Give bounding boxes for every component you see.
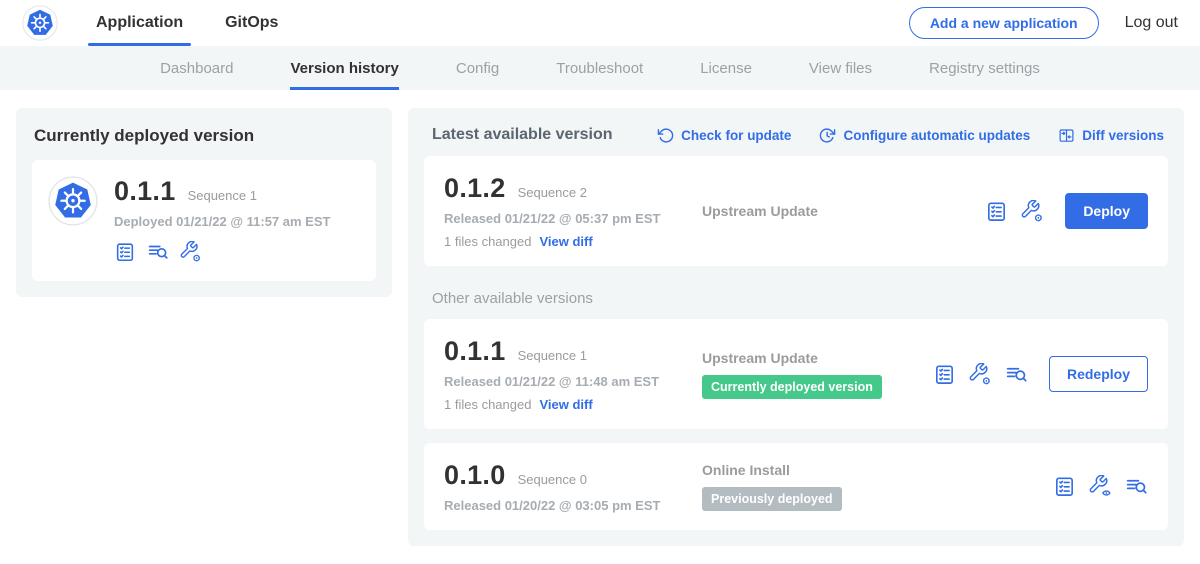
deployed-date: Deployed 01/21/22 @ 11:57 am EST	[114, 214, 330, 229]
main-content: Currently deployed version 0.1.1 Sequenc…	[0, 90, 1200, 546]
refresh-icon	[657, 127, 674, 144]
configure-automatic-updates-label: Configure automatic updates	[843, 128, 1030, 143]
check-for-update-button[interactable]: Check for update	[657, 127, 791, 144]
version-number: 0.1.0	[444, 460, 506, 491]
sequence-label: Sequence 2	[518, 185, 587, 200]
version-card-actions	[1053, 475, 1148, 498]
files-changed-label: 1 files changed	[444, 397, 531, 412]
deployed-actions	[114, 241, 330, 263]
source-label: Online Install	[702, 462, 1053, 478]
release-notes-icon[interactable]	[1053, 475, 1076, 498]
subnav-tab-license[interactable]: License	[700, 46, 752, 90]
sequence-label: Sequence 0	[518, 472, 587, 487]
version-history-panel: Latest available version Check for updat…	[408, 108, 1184, 546]
schedule-refresh-icon	[819, 127, 836, 144]
deployed-version-number: 0.1.1	[114, 176, 176, 207]
currently-deployed-panel: Currently deployed version 0.1.1 Sequenc…	[16, 108, 392, 297]
version-actions: Check for update Configure automatic upd…	[657, 127, 1164, 144]
topnav-right: Add a new application Log out	[909, 7, 1178, 39]
version-source: Upstream Update Currently deployed versi…	[702, 350, 933, 399]
latest-available-title: Latest available version	[432, 126, 613, 144]
tab-gitops[interactable]: GitOps	[219, 0, 284, 46]
preflight-settings-icon[interactable]	[1021, 200, 1044, 223]
top-navbar: Application GitOps Add a new application…	[0, 0, 1200, 46]
subnav-tab-registry-settings[interactable]: Registry settings	[929, 46, 1040, 90]
deployed-version-card: 0.1.1 Sequence 1 Deployed 01/21/22 @ 11:…	[32, 160, 376, 281]
diff-versions-button[interactable]: Diff versions	[1058, 127, 1164, 144]
logout-button[interactable]: Log out	[1125, 14, 1178, 32]
check-for-update-label: Check for update	[681, 128, 791, 143]
files-changed-label: 1 files changed	[444, 234, 531, 249]
kubernetes-logo-icon	[22, 5, 58, 41]
view-logs-icon[interactable]	[147, 241, 169, 263]
configure-automatic-updates-button[interactable]: Configure automatic updates	[819, 127, 1030, 144]
view-logs-icon[interactable]	[1125, 475, 1148, 498]
subnav-tab-config[interactable]: Config	[456, 46, 499, 90]
deploy-button[interactable]: Deploy	[1065, 193, 1148, 229]
version-source: Online Install Previously deployed	[702, 462, 1053, 511]
app-subnav: Dashboard Version history Config Trouble…	[0, 46, 1200, 90]
subnav-tab-dashboard[interactable]: Dashboard	[160, 46, 233, 90]
version-number: 0.1.1	[444, 336, 506, 367]
redeploy-button[interactable]: Redeploy	[1049, 356, 1148, 392]
source-label: Upstream Update	[702, 350, 933, 366]
previously-deployed-badge: Previously deployed	[702, 487, 842, 511]
other-versions-title: Other available versions	[432, 290, 1160, 307]
deployed-version-info: 0.1.1 Sequence 1 Deployed 01/21/22 @ 11:…	[114, 176, 330, 263]
released-date: Released 01/21/22 @ 05:37 pm EST	[444, 211, 702, 226]
version-card-0-1-1: 0.1.1 Sequence 1 Released 01/21/22 @ 11:…	[424, 319, 1168, 429]
preflight-settings-icon[interactable]	[180, 241, 202, 263]
view-diff-link[interactable]: View diff	[539, 234, 592, 249]
view-logs-icon[interactable]	[1005, 363, 1028, 386]
deployed-sequence-label: Sequence 1	[188, 188, 257, 203]
release-notes-icon[interactable]	[114, 241, 136, 263]
app-kubernetes-icon	[48, 176, 98, 226]
version-card-actions: Redeploy	[933, 356, 1148, 392]
preflight-view-icon[interactable]	[1089, 475, 1112, 498]
released-date: Released 01/21/22 @ 11:48 am EST	[444, 374, 702, 389]
version-card-actions: Deploy	[985, 193, 1148, 229]
version-source: Upstream Update	[702, 203, 985, 219]
deployed-panel-title: Currently deployed version	[34, 126, 374, 146]
version-number: 0.1.2	[444, 173, 506, 204]
tab-application[interactable]: Application	[90, 0, 189, 46]
release-notes-icon[interactable]	[933, 363, 956, 386]
subnav-tab-troubleshoot[interactable]: Troubleshoot	[556, 46, 643, 90]
release-notes-icon[interactable]	[985, 200, 1008, 223]
subnav-tab-view-files[interactable]: View files	[809, 46, 872, 90]
diff-icon	[1058, 127, 1075, 144]
currently-deployed-badge: Currently deployed version	[702, 375, 882, 399]
preflight-settings-icon[interactable]	[969, 363, 992, 386]
version-info: 0.1.0 Sequence 0 Released 01/20/22 @ 03:…	[444, 460, 702, 513]
add-application-button[interactable]: Add a new application	[909, 7, 1099, 39]
version-info: 0.1.2 Sequence 2 Released 01/21/22 @ 05:…	[444, 173, 702, 249]
version-info: 0.1.1 Sequence 1 Released 01/21/22 @ 11:…	[444, 336, 702, 412]
available-versions-header: Latest available version Check for updat…	[424, 120, 1168, 156]
subnav-tab-version-history[interactable]: Version history	[290, 46, 398, 90]
app-type-tabs: Application GitOps	[90, 0, 314, 46]
source-label: Upstream Update	[702, 203, 985, 219]
sequence-label: Sequence 1	[518, 348, 587, 363]
diff-versions-label: Diff versions	[1082, 128, 1164, 143]
version-card-0-1-0: 0.1.0 Sequence 0 Released 01/20/22 @ 03:…	[424, 443, 1168, 530]
view-diff-link[interactable]: View diff	[539, 397, 592, 412]
released-date: Released 01/20/22 @ 03:05 pm EST	[444, 498, 702, 513]
version-card-0-1-2: 0.1.2 Sequence 2 Released 01/21/22 @ 05:…	[424, 156, 1168, 266]
